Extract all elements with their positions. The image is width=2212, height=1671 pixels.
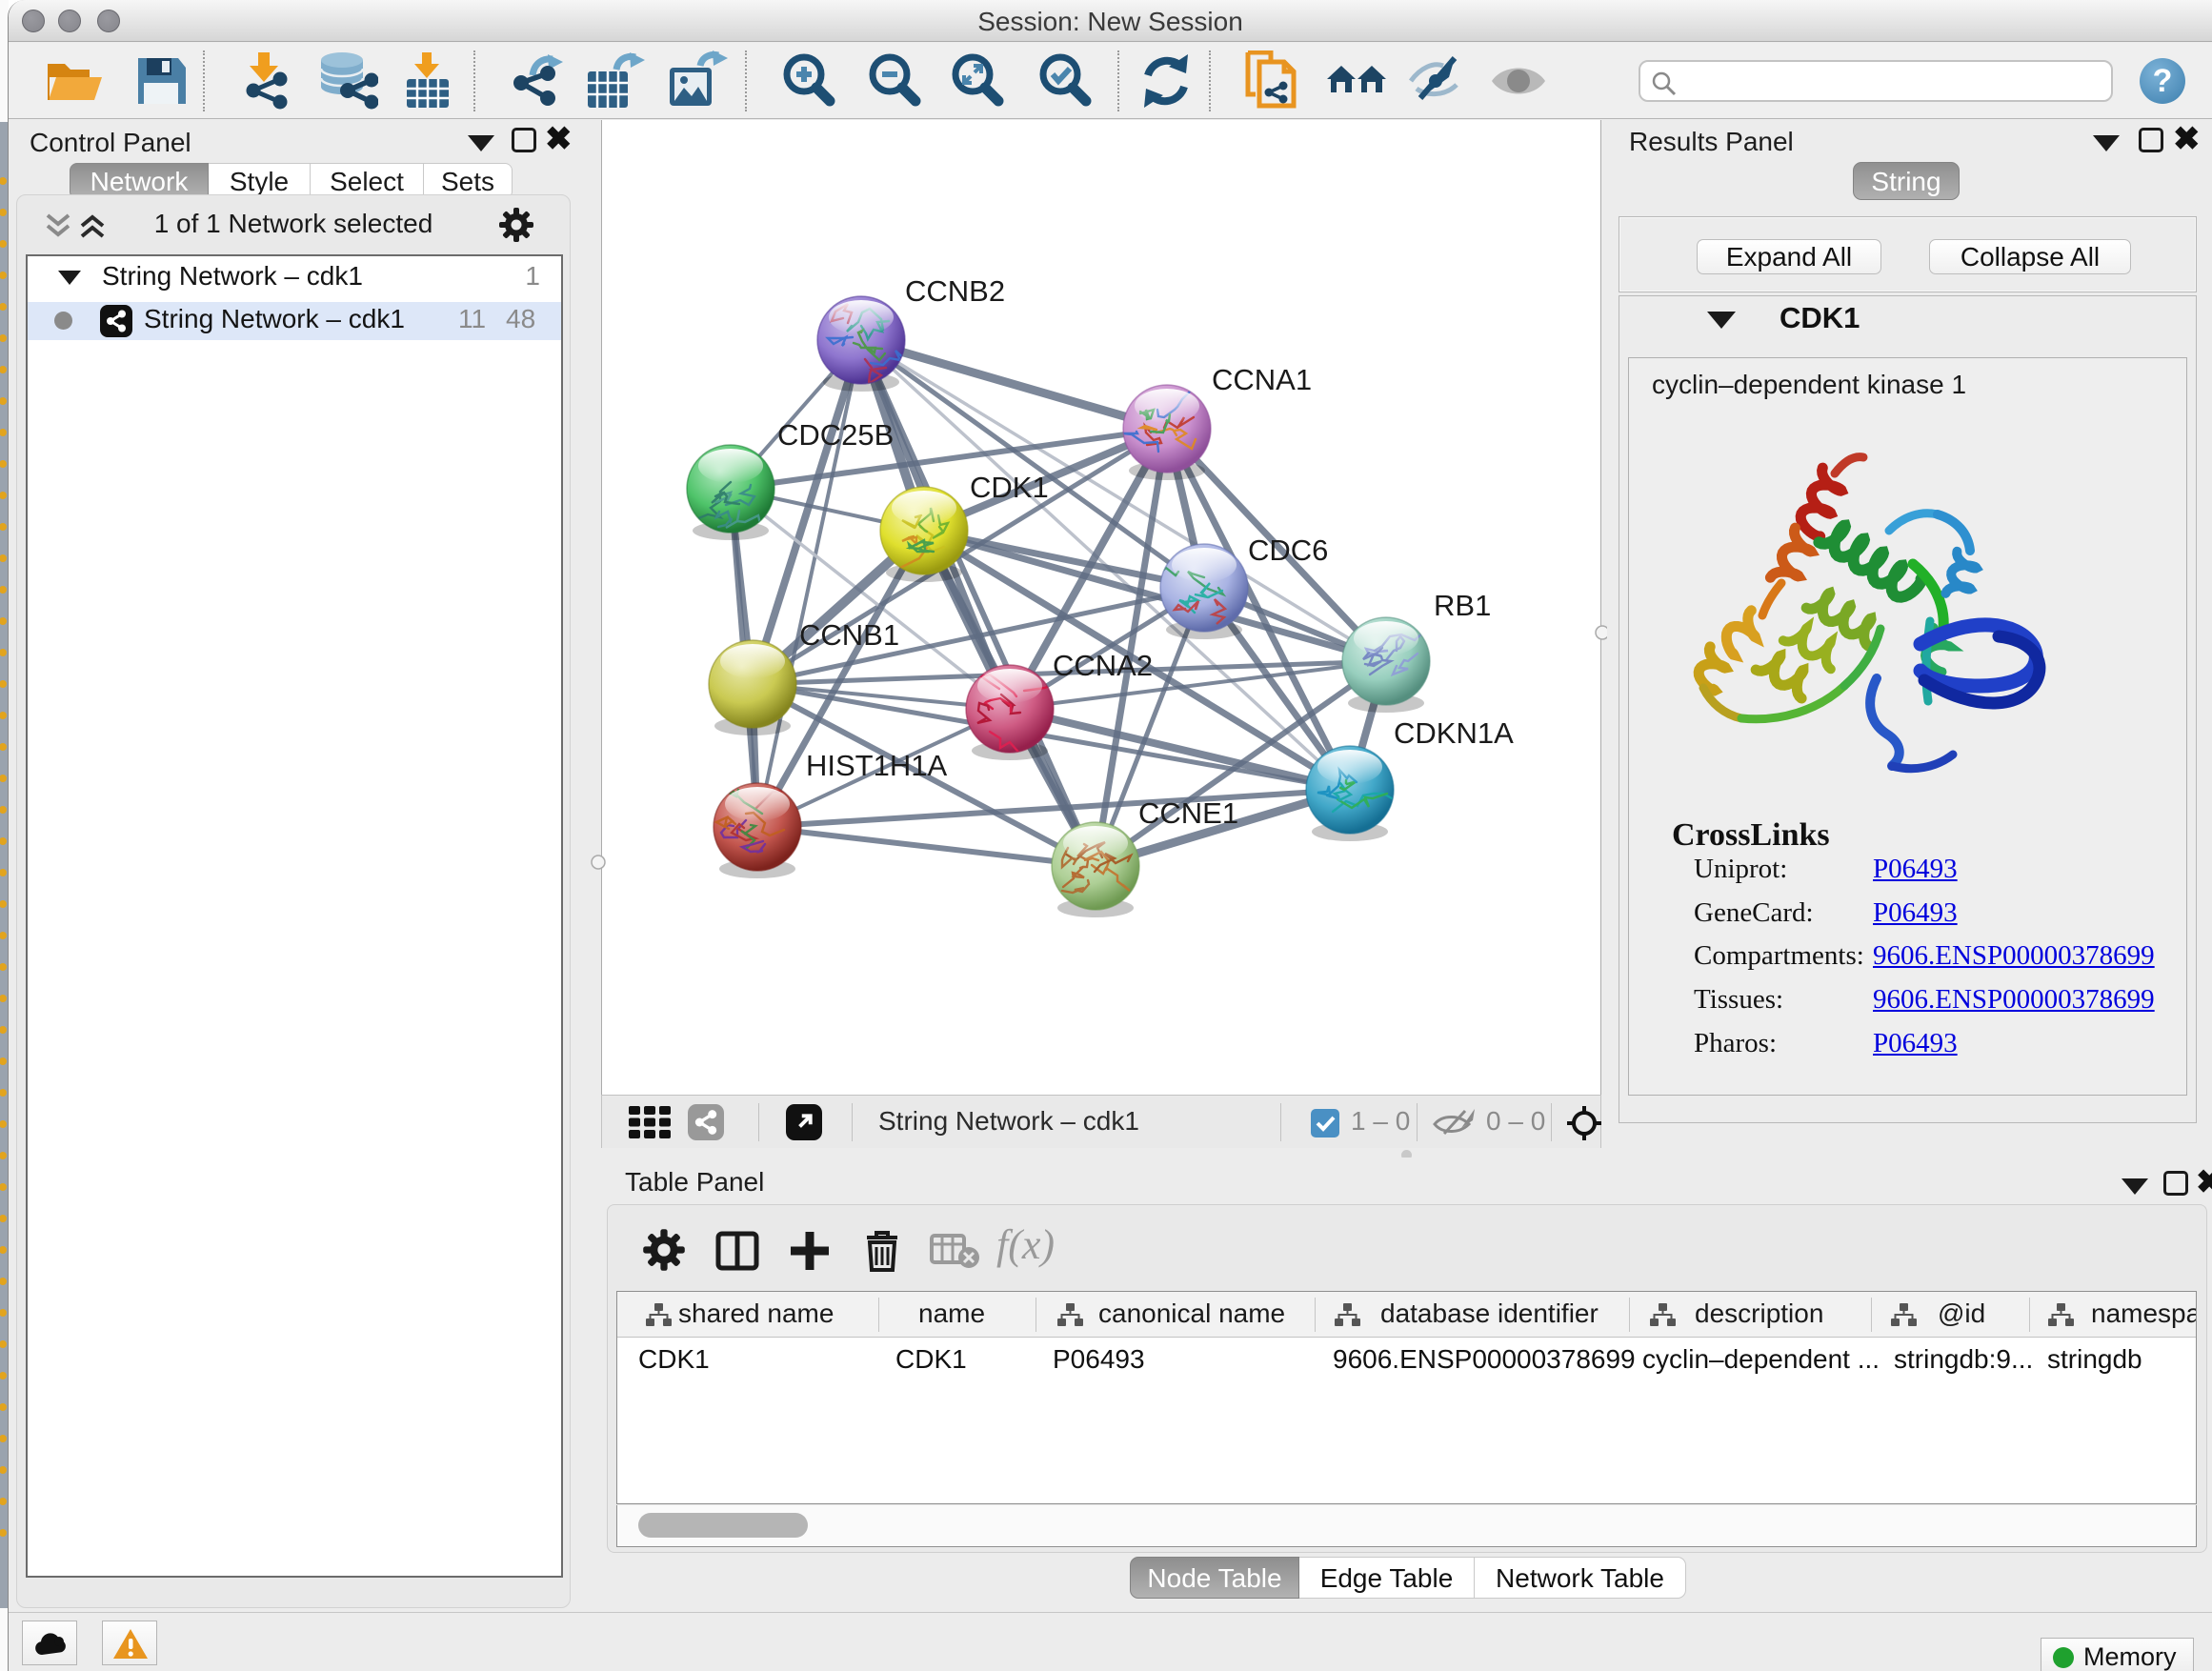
svg-text:CCNE1: CCNE1 [1138, 796, 1238, 830]
svg-text:RB1: RB1 [1434, 589, 1491, 622]
svg-text:CDC6: CDC6 [1248, 534, 1328, 567]
svg-text:CDKN1A: CDKN1A [1394, 716, 1514, 750]
svg-text:HIST1H1A: HIST1H1A [806, 749, 947, 782]
svg-text:CDC25B: CDC25B [777, 418, 894, 452]
svg-text:CCNB2: CCNB2 [905, 274, 1005, 308]
svg-text:CCNA1: CCNA1 [1212, 363, 1312, 396]
svg-text:CDK1: CDK1 [970, 471, 1049, 504]
svg-text:CCNA2: CCNA2 [1053, 649, 1153, 682]
svg-text:CCNB1: CCNB1 [799, 618, 899, 652]
